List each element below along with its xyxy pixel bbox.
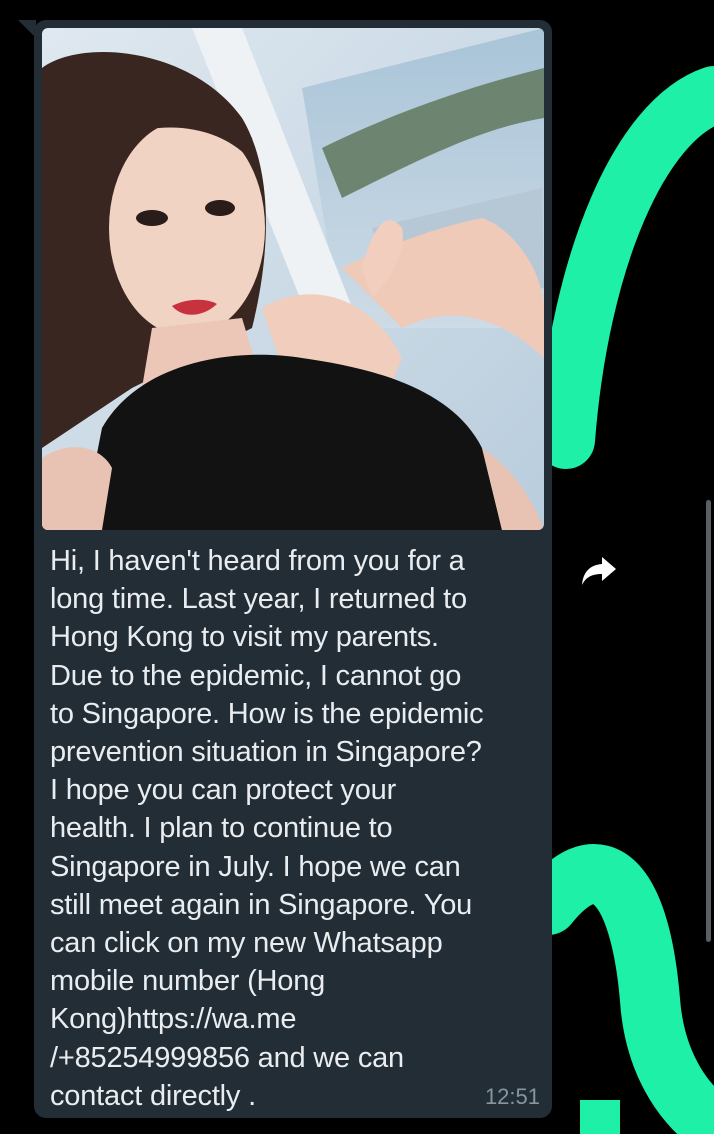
message-bubble[interactable]: Hi, I haven't heard from you for a long … [34, 20, 552, 1118]
forward-button[interactable] [576, 548, 622, 594]
message-timestamp: 12:51 [484, 1084, 540, 1109]
message-photo[interactable] [42, 28, 544, 530]
scrollbar[interactable] [706, 500, 711, 942]
message-text: Hi, I haven't heard from you for a long … [50, 545, 484, 1112]
forward-icon [582, 557, 616, 585]
